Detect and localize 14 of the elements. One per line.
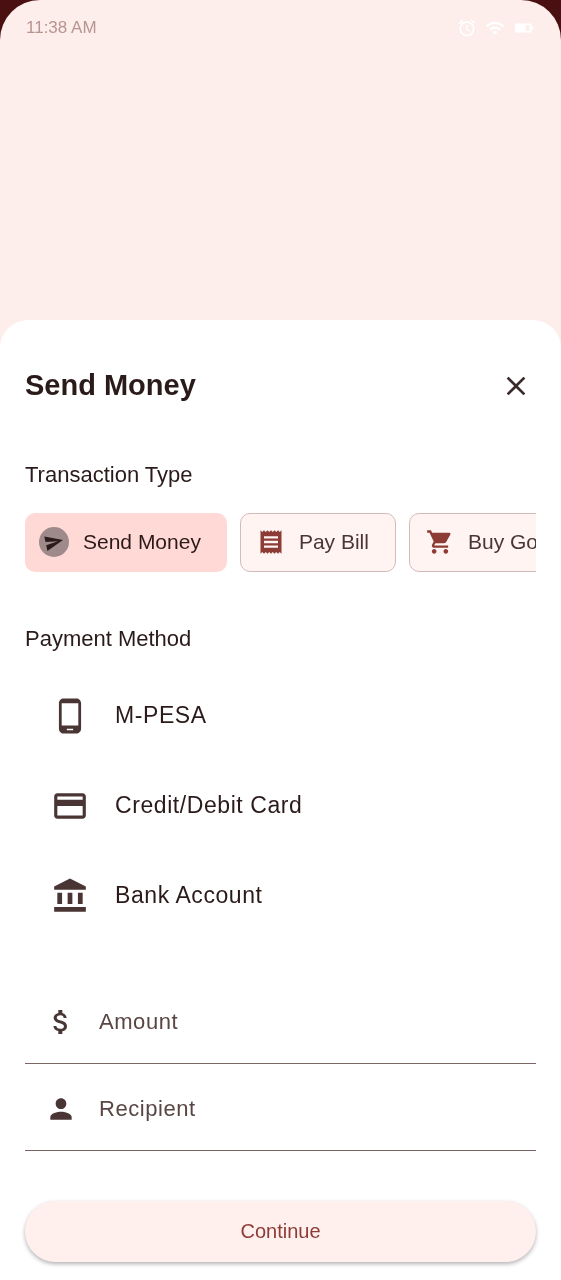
send-icon: [39, 527, 69, 557]
transaction-type-chip[interactable]: Pay Bill: [239, 512, 396, 572]
bank-icon: [51, 876, 89, 915]
status-time: 11:38 AM: [26, 17, 97, 40]
continue-button[interactable]: Continue: [25, 1200, 536, 1262]
section-heading: Payment Method: [25, 624, 193, 653]
section-heading: Transaction Type: [25, 460, 194, 489]
payment-method-item[interactable]: Credit/Debit Card: [25, 760, 536, 851]
payment-method-item[interactable]: M-PESA: [25, 670, 536, 761]
payment-method-item[interactable]: Bank Account: [25, 850, 536, 941]
sheet-title: Send Money: [25, 368, 196, 403]
input-field[interactable]: Amount: [99, 1005, 536, 1038]
transaction-type-chip[interactable]: Send Money: [25, 512, 227, 572]
input-field[interactable]: Recipient: [99, 1092, 536, 1125]
